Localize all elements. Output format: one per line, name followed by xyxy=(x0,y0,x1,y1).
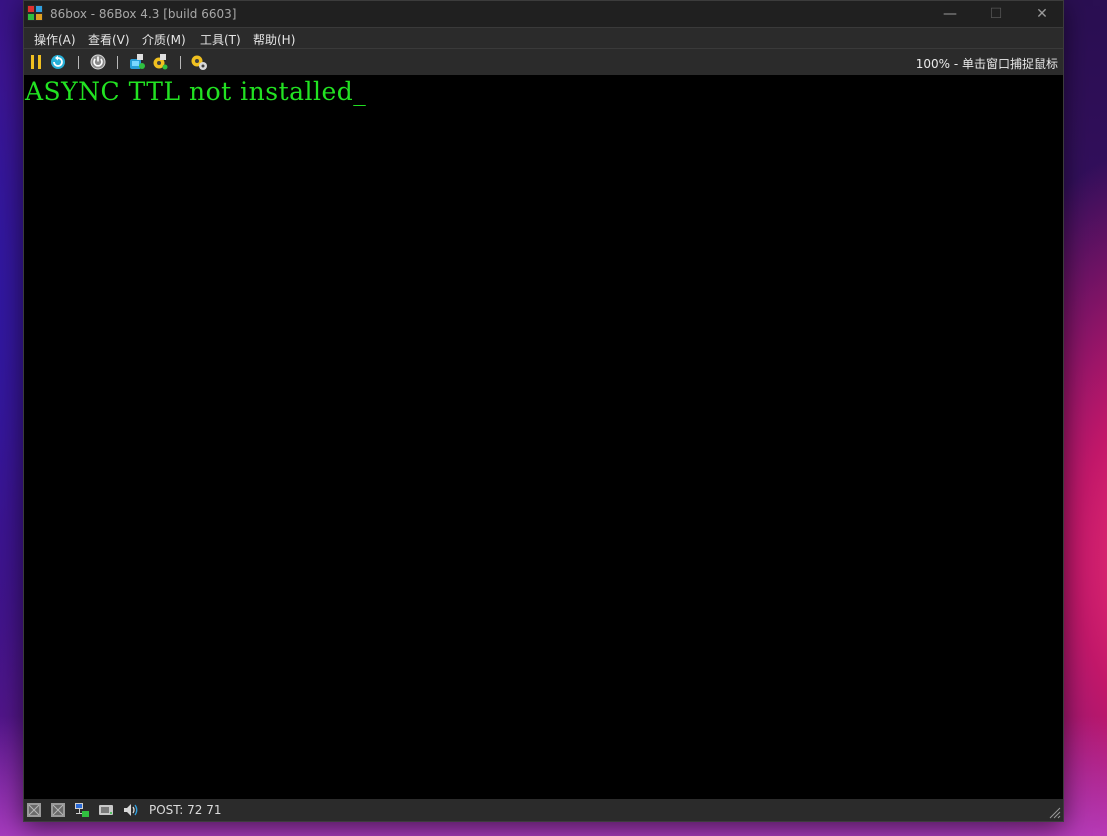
mouse-capture-status: 100% - 单击窗口捕捉鼠标 xyxy=(915,57,1058,71)
sound-icon[interactable] xyxy=(122,802,138,818)
toolbar-separator xyxy=(117,56,118,69)
toolbar-separator xyxy=(78,56,79,69)
close-button[interactable]: ✕ xyxy=(1019,1,1065,27)
minimize-button[interactable]: — xyxy=(927,1,973,27)
emulator-screen[interactable]: ASYNC TTL not installed_ xyxy=(24,75,1063,799)
ctrl-alt-del-icon[interactable] xyxy=(128,53,146,71)
window-title: 86box - 86Box 4.3 [build 6603] xyxy=(50,7,237,21)
app-86box-icon xyxy=(27,5,43,21)
menu-view[interactable]: 查看(V) xyxy=(86,31,132,48)
menu-tools[interactable]: 工具(T) xyxy=(198,31,243,48)
status-bar: POST: 72 71 xyxy=(24,799,1063,821)
menu-help[interactable]: 帮助(H) xyxy=(251,31,297,48)
reset-icon[interactable] xyxy=(49,53,67,71)
post-code: POST: 72 71 xyxy=(149,803,222,817)
settings-icon[interactable] xyxy=(190,53,208,71)
ctrl-alt-esc-icon[interactable] xyxy=(151,53,169,71)
menu-media[interactable]: 介质(M) xyxy=(140,31,188,48)
floppy-drive-1-icon[interactable] xyxy=(26,802,42,818)
title-bar[interactable]: 86box - 86Box 4.3 [build 6603] — ☐ ✕ xyxy=(24,1,1063,27)
resize-grip-icon[interactable] xyxy=(1049,807,1061,819)
toolbar-separator xyxy=(180,56,181,69)
floppy-drive-2-icon[interactable] xyxy=(50,802,66,818)
maximize-button[interactable]: ☐ xyxy=(973,1,1019,27)
menu-bar: 操作(A) 查看(V) 介质(M) 工具(T) 帮助(H) xyxy=(24,27,1063,49)
pause-icon[interactable] xyxy=(27,53,45,71)
toolbar: 100% - 单击窗口捕捉鼠标 xyxy=(24,49,1063,75)
network-icon[interactable] xyxy=(74,802,90,818)
emulator-window: 86box - 86Box 4.3 [build 6603] — ☐ ✕ 操作(… xyxy=(23,0,1064,822)
menu-action[interactable]: 操作(A) xyxy=(32,31,78,48)
hard-disk-icon[interactable] xyxy=(98,802,114,818)
power-icon[interactable] xyxy=(89,53,107,71)
screen-text: ASYNC TTL not installed_ xyxy=(25,77,367,106)
